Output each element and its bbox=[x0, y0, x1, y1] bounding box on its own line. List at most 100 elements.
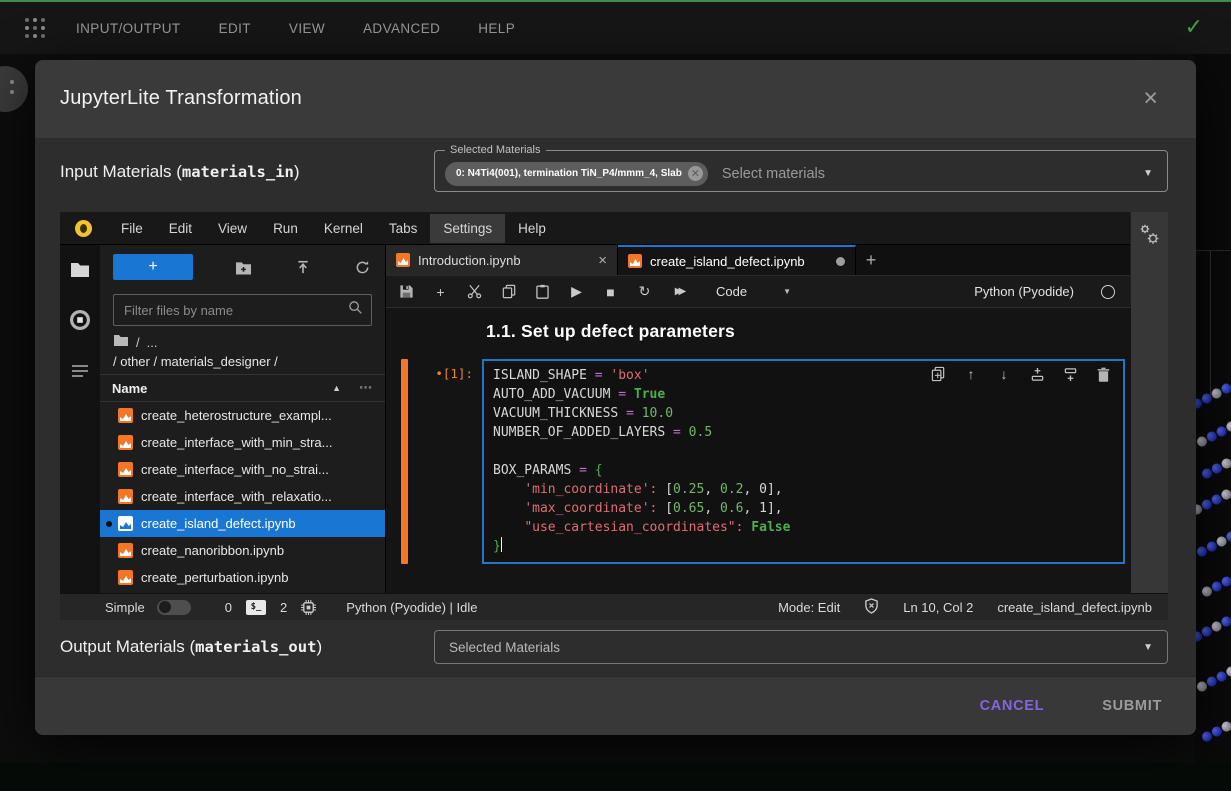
file-row[interactable]: create_heterostructure_exampl... bbox=[100, 402, 385, 429]
notebook-icon bbox=[118, 516, 133, 531]
file-browser-toolbar: + bbox=[100, 245, 385, 285]
new-launcher-button[interactable]: + bbox=[113, 254, 193, 280]
breadcrumb-path[interactable]: / other / materials_designer / bbox=[113, 350, 372, 369]
app-menu-input-output[interactable]: INPUT/OUTPUT bbox=[76, 21, 181, 36]
select-materials-placeholder: Select materials bbox=[722, 166, 825, 182]
terminals-count[interactable]: 0 bbox=[225, 600, 232, 615]
run-cell-icon[interactable]: ▶ bbox=[568, 283, 585, 300]
paste-cells-icon[interactable] bbox=[534, 283, 551, 300]
insert-cell-icon[interactable]: + bbox=[432, 283, 449, 300]
output-materials-select[interactable]: Selected Materials ▼ bbox=[434, 630, 1168, 664]
duplicate-cell-icon[interactable] bbox=[930, 366, 946, 382]
filter-files-input[interactable] bbox=[122, 302, 348, 319]
material-chip[interactable]: 0: N4Ti4(001), termination TiN_P4/mmm_4,… bbox=[445, 162, 708, 186]
code-cell[interactable]: •[1]: ↑ ↓ bbox=[386, 359, 1131, 564]
running-kernel-dot bbox=[106, 521, 112, 527]
file-list-header[interactable]: Name ▲ ⋯ bbox=[100, 374, 385, 402]
app-menu-help[interactable]: HELP bbox=[478, 21, 515, 36]
save-icon[interactable] bbox=[398, 283, 415, 300]
editor-mode[interactable]: Mode: Edit bbox=[778, 600, 840, 615]
name-column-header[interactable]: Name bbox=[112, 381, 147, 396]
input-label-code: materials_in bbox=[182, 163, 294, 181]
submit-button[interactable]: SUBMIT bbox=[1096, 697, 1168, 715]
status-bar: Simple 0 $_ 2 Python (Pyodide) | Idle Mo… bbox=[60, 593, 1168, 620]
cut-cells-icon[interactable] bbox=[466, 283, 483, 300]
dialog-title: JupyterLite Transformation bbox=[35, 60, 1196, 110]
file-row[interactable]: create_interface_with_no_strai... bbox=[100, 456, 385, 483]
copy-cells-icon[interactable] bbox=[500, 283, 517, 300]
upload-icon[interactable] bbox=[295, 259, 312, 276]
notebook-panel: Introduction.ipynb × create_island_defec… bbox=[386, 245, 1131, 593]
jupyter-menu-run[interactable]: Run bbox=[260, 214, 311, 243]
settings-gears-icon[interactable] bbox=[1138, 222, 1162, 593]
input-label-suffix: ) bbox=[294, 162, 300, 181]
file-row[interactable]: create_perturbation.ipynb bbox=[100, 564, 385, 591]
kernel-status-text[interactable]: Python (Pyodide) | Idle bbox=[346, 600, 477, 615]
cursor-position[interactable]: Ln 10, Col 2 bbox=[903, 600, 973, 615]
delete-cell-icon[interactable] bbox=[1095, 366, 1111, 382]
sort-ascending-icon[interactable]: ▲ bbox=[332, 383, 341, 393]
breadcrumb-root[interactable]: / bbox=[136, 335, 140, 350]
file-row[interactable]: create_nanoribbon.ipynb bbox=[100, 537, 385, 564]
tab-introduction[interactable]: Introduction.ipynb × bbox=[386, 245, 618, 275]
check-icon[interactable]: ✓ bbox=[1185, 14, 1203, 40]
notebook-content: 1.1. Set up defect parameters •[1]: bbox=[386, 308, 1131, 593]
column-options-icon[interactable]: ⋯ bbox=[359, 380, 373, 396]
refresh-icon[interactable] bbox=[354, 259, 371, 276]
chip-delete-icon[interactable]: ✕ bbox=[688, 166, 703, 181]
app-menu-edit[interactable]: EDIT bbox=[219, 21, 251, 36]
file-browser-icon[interactable] bbox=[68, 257, 92, 281]
file-row[interactable]: create_island_defect.ipynb bbox=[100, 510, 385, 537]
jupyter-menu-edit[interactable]: Edit bbox=[156, 214, 205, 243]
move-cell-up-icon[interactable]: ↑ bbox=[963, 366, 979, 382]
running-kernels-icon[interactable] bbox=[68, 308, 92, 332]
file-row[interactable]: create_interface_with_min_stra... bbox=[100, 429, 385, 456]
cell-type-select[interactable]: Code ▼ bbox=[716, 284, 791, 299]
background-atoms bbox=[1195, 374, 1231, 791]
tab-close-icon[interactable]: × bbox=[598, 252, 607, 269]
kernel-status-icon[interactable] bbox=[1101, 285, 1115, 299]
trust-shield-icon[interactable] bbox=[864, 598, 879, 617]
kernels-count[interactable]: 2 bbox=[280, 600, 287, 615]
insert-cell-below-icon[interactable] bbox=[1062, 366, 1078, 382]
filter-files-box bbox=[113, 294, 372, 326]
code-lines[interactable]: ISLAND_SHAPE = 'box'AUTO_ADD_VACUUM = Tr… bbox=[493, 366, 1123, 556]
simple-mode-toggle[interactable] bbox=[157, 600, 191, 615]
unsaved-changes-indicator bbox=[836, 257, 845, 266]
file-name: create_nanoribbon.ipynb bbox=[141, 543, 284, 558]
jupyter-menu-settings[interactable]: Settings bbox=[430, 214, 505, 243]
interrupt-kernel-icon[interactable]: ■ bbox=[602, 283, 619, 300]
cancel-button[interactable]: CANCEL bbox=[974, 697, 1051, 715]
new-folder-icon[interactable] bbox=[235, 259, 252, 276]
jupyter-menubar: FileEditViewRunKernelTabsSettingsHelp bbox=[60, 212, 1130, 245]
screen: INPUT/OUTPUT EDIT VIEW ADVANCED HELP ✓ Jupyt… bbox=[0, 0, 1231, 791]
breadcrumb-ellipsis[interactable]: ... bbox=[147, 335, 158, 350]
kernel-name[interactable]: Python (Pyodide) bbox=[974, 284, 1074, 299]
file-row[interactable]: create_interface_with_relaxatio... bbox=[100, 483, 385, 510]
table-of-contents-icon[interactable] bbox=[68, 359, 92, 383]
code-editor[interactable]: ↑ ↓ bbox=[482, 359, 1125, 564]
home-folder-icon[interactable] bbox=[113, 334, 129, 350]
jupyter-menu-view[interactable]: View bbox=[205, 214, 260, 243]
apps-grid-icon[interactable] bbox=[24, 17, 46, 39]
jupyter-menu-help[interactable]: Help bbox=[505, 214, 559, 243]
tab-create-island-defect[interactable]: create_island_defect.ipynb bbox=[618, 245, 856, 275]
file-name: create_interface_with_no_strai... bbox=[141, 462, 329, 477]
app-menu-advanced[interactable]: ADVANCED bbox=[363, 21, 440, 36]
insert-cell-above-icon[interactable] bbox=[1029, 366, 1045, 382]
restart-kernel-icon[interactable]: ↻ bbox=[636, 283, 653, 300]
jupyter-menu-file[interactable]: File bbox=[108, 214, 156, 243]
dropdown-caret-icon[interactable]: ▼ bbox=[1143, 168, 1153, 179]
file-browser: + bbox=[100, 245, 386, 593]
cell-collapser[interactable] bbox=[401, 359, 408, 564]
selected-materials-field[interactable]: Selected Materials 0: N4Ti4(001), termin… bbox=[434, 144, 1168, 192]
close-dialog-icon[interactable]: × bbox=[1143, 86, 1158, 111]
new-tab-button[interactable]: + bbox=[856, 245, 886, 275]
app-menu-view[interactable]: VIEW bbox=[289, 21, 325, 36]
jupyter-menu-kernel[interactable]: Kernel bbox=[311, 214, 376, 243]
move-cell-down-icon[interactable]: ↓ bbox=[996, 366, 1012, 382]
jupyter-menu-tabs[interactable]: Tabs bbox=[376, 214, 431, 243]
notebook-tabbar: Introduction.ipynb × create_island_defec… bbox=[386, 245, 1131, 276]
notebook-icon bbox=[118, 462, 133, 477]
restart-run-all-icon[interactable]: ▶▶ bbox=[670, 283, 687, 300]
